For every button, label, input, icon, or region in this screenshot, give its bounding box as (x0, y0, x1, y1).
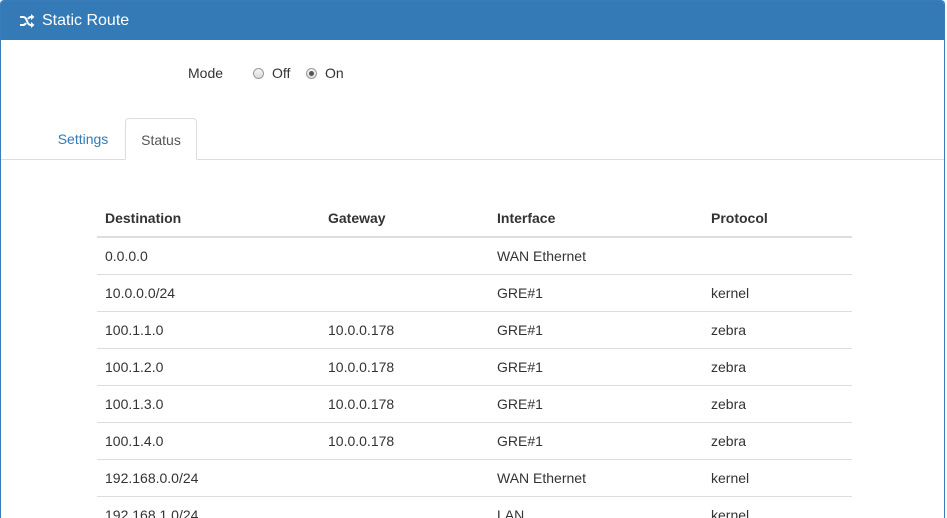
cell-gateway: 10.0.0.178 (320, 385, 489, 423)
mode-off-radio[interactable]: Off (253, 65, 290, 81)
cell-interface: GRE#1 (489, 311, 703, 349)
cell-protocol: kernel (703, 274, 852, 312)
cell-gateway (320, 274, 489, 312)
cell-destination: 100.1.3.0 (97, 385, 320, 423)
panel-header: Static Route (1, 1, 944, 40)
cell-protocol: kernel (703, 496, 852, 518)
cell-gateway: 10.0.0.178 (320, 422, 489, 460)
table-row: 100.1.4.0 10.0.0.178 GRE#1 zebra (97, 422, 852, 460)
table-row: 100.1.1.0 10.0.0.178 GRE#1 zebra (97, 311, 852, 349)
cell-interface: GRE#1 (489, 422, 703, 460)
cell-destination: 100.1.1.0 (97, 311, 320, 349)
cell-destination: 100.1.2.0 (97, 348, 320, 386)
cell-gateway (320, 496, 489, 518)
route-status-table: Destination Gateway Interface Protocol 0… (97, 199, 852, 518)
cell-interface: GRE#1 (489, 274, 703, 312)
cell-protocol: zebra (703, 311, 852, 349)
cell-interface: WAN Ethernet (489, 237, 703, 275)
tab-settings[interactable]: Settings (44, 118, 122, 160)
cell-interface: GRE#1 (489, 348, 703, 386)
table-header-row: Destination Gateway Interface Protocol (97, 199, 852, 238)
cell-destination: 10.0.0.0/24 (97, 274, 320, 312)
cell-gateway: 10.0.0.178 (320, 348, 489, 386)
cell-protocol (703, 237, 852, 275)
cell-interface: WAN Ethernet (489, 459, 703, 497)
cell-destination: 0.0.0.0 (97, 237, 320, 275)
radio-button-off[interactable] (253, 67, 264, 79)
table-row: 192.168.1.0/24 LAN kernel (97, 496, 852, 518)
tab-status[interactable]: Status (125, 118, 197, 160)
radio-button-on[interactable] (306, 67, 317, 79)
column-header-interface: Interface (489, 199, 703, 238)
cell-interface: GRE#1 (489, 385, 703, 423)
tab-bar: Settings Status (1, 118, 944, 160)
cell-protocol: kernel (703, 459, 852, 497)
table-row: 100.1.3.0 10.0.0.178 GRE#1 zebra (97, 385, 852, 423)
mode-on-radio[interactable]: On (306, 65, 344, 81)
panel-title: Static Route (42, 11, 130, 29)
mode-off-label[interactable]: Off (272, 65, 290, 81)
column-header-protocol: Protocol (703, 199, 852, 238)
column-header-gateway: Gateway (320, 199, 489, 238)
column-header-destination: Destination (97, 199, 320, 238)
mode-row: Mode Off On (1, 63, 944, 83)
cell-destination: 192.168.1.0/24 (97, 496, 320, 518)
table-row: 192.168.0.0/24 WAN Ethernet kernel (97, 459, 852, 497)
mode-label: Mode (188, 65, 224, 81)
cell-destination: 192.168.0.0/24 (97, 459, 320, 497)
table-row: 100.1.2.0 10.0.0.178 GRE#1 zebra (97, 348, 852, 386)
cell-gateway (320, 237, 489, 275)
static-route-panel: Static Route Mode Off On Settings Status… (0, 0, 945, 518)
cell-protocol: zebra (703, 348, 852, 386)
shuffle-icon (19, 13, 35, 29)
table-row: 10.0.0.0/24 GRE#1 kernel (97, 274, 852, 312)
cell-protocol: zebra (703, 422, 852, 460)
table-row: 0.0.0.0 WAN Ethernet (97, 237, 852, 275)
cell-gateway: 10.0.0.178 (320, 311, 489, 349)
cell-gateway (320, 459, 489, 497)
mode-on-label[interactable]: On (325, 65, 344, 81)
cell-protocol: zebra (703, 385, 852, 423)
cell-interface: LAN (489, 496, 703, 518)
cell-destination: 100.1.4.0 (97, 422, 320, 460)
